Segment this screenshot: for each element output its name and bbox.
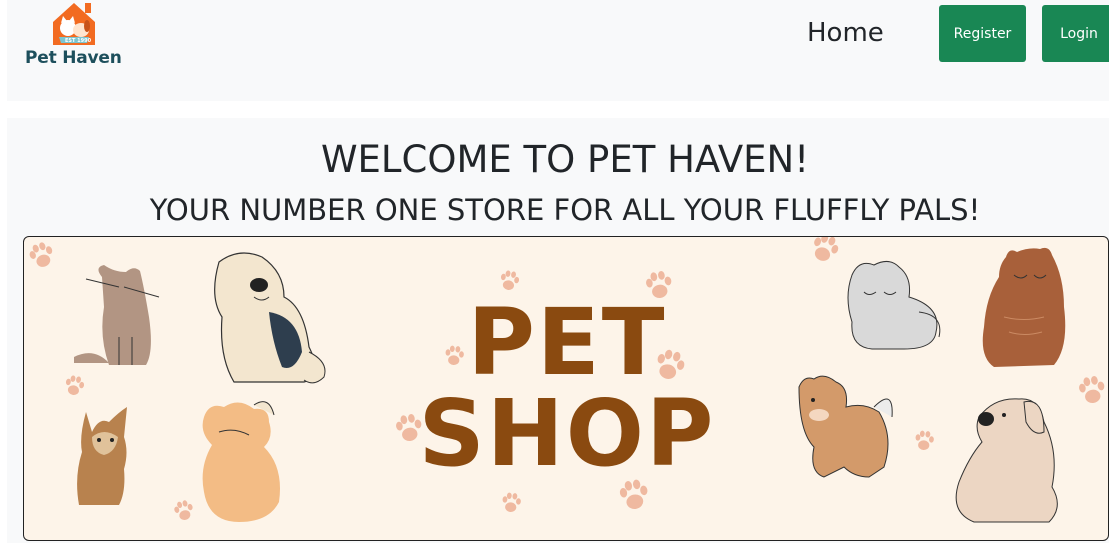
banner-title-shop: SHOP bbox=[419, 380, 716, 487]
dog-illustration bbox=[214, 252, 326, 384]
dog-illustration bbox=[955, 398, 1058, 523]
register-button[interactable]: Register bbox=[939, 5, 1026, 62]
pet-shop-illustration: PET SHOP bbox=[26, 237, 1107, 523]
navbar: EST 1990 Pet Haven Home Register Login bbox=[7, 0, 1109, 101]
dog-illustration bbox=[798, 375, 893, 478]
nav-home-link[interactable]: Home bbox=[807, 18, 884, 48]
cat-illustration bbox=[202, 401, 280, 522]
page-subtitle: YOUR NUMBER ONE STORE FOR ALL YOUR FLUFF… bbox=[149, 193, 981, 227]
brand-badge: EST 1990 bbox=[65, 38, 92, 44]
brand-name[interactable]: Pet Haven bbox=[25, 48, 122, 68]
dog-illustration bbox=[77, 407, 127, 505]
pet-shop-banner: PET SHOP bbox=[23, 236, 1109, 541]
page-title: WELCOME TO PET HAVEN! bbox=[320, 138, 810, 181]
login-button[interactable]: Login bbox=[1042, 5, 1109, 62]
cat-illustration bbox=[74, 265, 160, 365]
cat-illustration bbox=[982, 247, 1066, 367]
hero-section: WELCOME TO PET HAVEN! YOUR NUMBER ONE ST… bbox=[7, 118, 1109, 543]
cat-illustration bbox=[847, 261, 941, 350]
